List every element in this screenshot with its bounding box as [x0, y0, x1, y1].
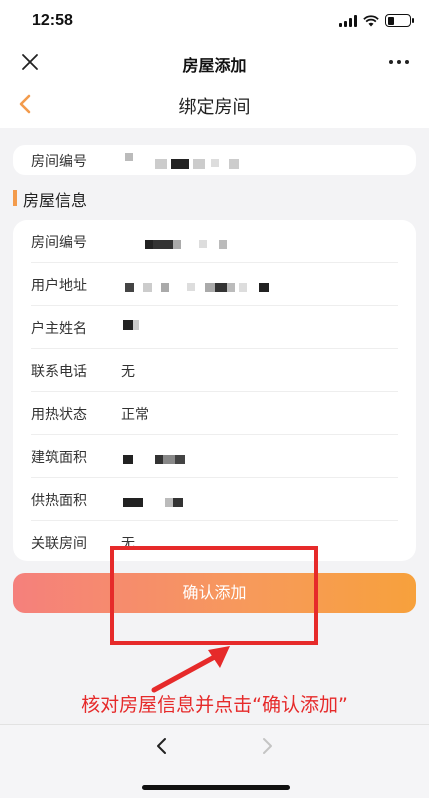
info-label: 用热状态 [31, 407, 87, 423]
info-row-phone: 联系电话 无 [13, 349, 416, 392]
info-label: 供热面积 [31, 493, 87, 509]
room-number-card[interactable]: 房间编号 [13, 145, 416, 175]
wifi-icon [363, 14, 379, 26]
info-label: 关联房间 [31, 536, 87, 552]
info-label: 联系电话 [31, 364, 87, 380]
battery-icon [385, 14, 414, 27]
top-title: 房屋添加 [182, 56, 247, 75]
info-row-heating-area: 供热面积 [13, 478, 416, 521]
info-label: 用户地址 [31, 278, 87, 294]
info-row-address: 用户地址 [13, 263, 416, 306]
arrow-icon [151, 646, 230, 693]
nav-back-icon[interactable] [151, 735, 173, 757]
info-value: 正常 [121, 407, 149, 423]
status-icons [339, 14, 414, 27]
info-label: 户主姓名 [31, 321, 87, 337]
highlight-box [110, 546, 318, 645]
info-value: 无 [121, 364, 135, 380]
browser-nav-bar [0, 724, 429, 798]
battery-level [387, 16, 394, 25]
info-label: 建筑面积 [31, 450, 87, 466]
annotation-text: 核对房屋信息并点击“确认添加” [81, 694, 348, 716]
info-row-room-number: 房间编号 [13, 220, 416, 263]
info-label: 房间编号 [31, 235, 87, 251]
info-row-building-area: 建筑面积 [13, 435, 416, 478]
status-time: 12:58 [32, 12, 73, 29]
signal-icon [339, 14, 357, 27]
info-row-owner-name: 户主姓名 [13, 306, 416, 349]
home-indicator[interactable] [142, 785, 290, 790]
status-bar: 12:58 [0, 0, 429, 44]
top-nav: 房屋添加 [0, 44, 429, 82]
page-title: 绑定房间 [178, 97, 251, 118]
nav-forward-icon[interactable] [256, 735, 278, 757]
page-header: 绑定房间 [0, 82, 429, 128]
house-info-card: 房间编号 用户地址 户主姓名 联系电话 无 用热状态 正常 建筑面积 供热面积 … [13, 220, 416, 561]
info-row-heating-status: 用热状态 正常 [13, 392, 416, 435]
room-number-label: 房间编号 [31, 154, 87, 170]
more-icon[interactable] [387, 52, 411, 72]
section-title: 房屋信息 [23, 191, 88, 210]
